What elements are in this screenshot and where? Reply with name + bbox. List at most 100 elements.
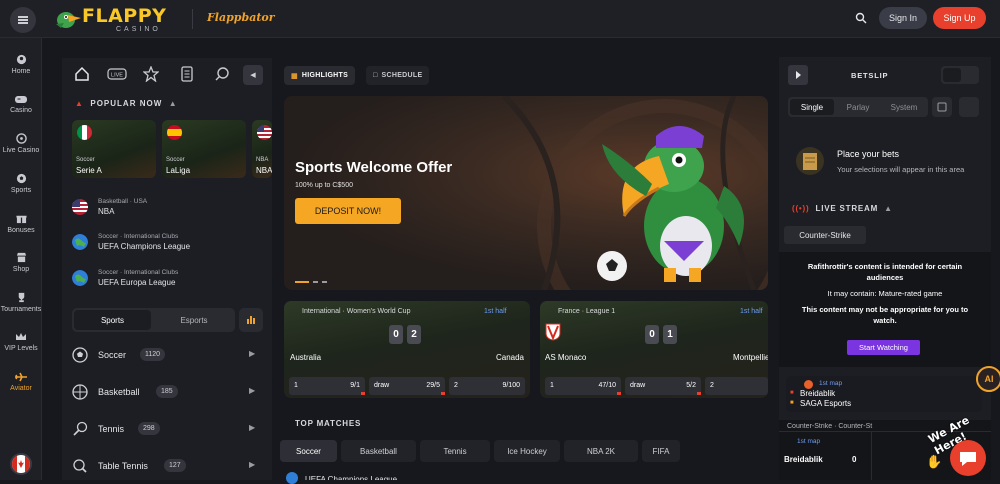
nav-tournaments[interactable]: Tournaments [0, 292, 42, 313]
odds-home-button[interactable]: 1 47/10 [545, 377, 621, 395]
popular-card-serie-a[interactable]: Soccer Serie A [72, 120, 156, 178]
sport-name: Basketball [98, 387, 140, 397]
betslip-expand-button[interactable] [788, 65, 808, 85]
nav-shop[interactable]: Shop [0, 252, 42, 273]
top-tab-fifa[interactable]: FIFA [642, 440, 680, 462]
nav-vip-levels[interactable]: VIP Levels [0, 332, 42, 352]
gamepad-icon [15, 96, 27, 103]
betslip-option-button[interactable] [932, 97, 952, 117]
odds-value: 5/2 [686, 382, 696, 389]
empty-betslip-subtitle: Your selections will appear in this area [837, 165, 965, 174]
odds-draw-button[interactable]: draw 5/2 [625, 377, 701, 395]
nav-aviator[interactable]: Aviator [0, 372, 42, 392]
stream-match-card[interactable]: 1st map ■ Breidablik ■ SAGA Esports [786, 376, 982, 412]
mature-content-notice: Rafithrottir's content is intended for c… [779, 252, 991, 367]
top-matches-heading: TOP MATCHES [295, 419, 362, 428]
top-tab-tennis[interactable]: Tennis [420, 440, 490, 462]
top-tab-nba-2k[interactable]: NBA 2K [564, 440, 638, 462]
sport-row-basketball[interactable]: Basketball 185 ▶ [72, 380, 262, 404]
popular-card-laliga[interactable]: Soccer LaLiga [162, 120, 246, 178]
odds-trend-indicator [697, 392, 701, 395]
sport-row-soccer[interactable]: Soccer 1120 ▶ [72, 343, 262, 367]
carousel-dot-active[interactable] [295, 281, 309, 283]
spain-flag-icon [167, 125, 182, 140]
sport-name: Soccer [98, 350, 127, 360]
ai-assistant-button[interactable]: AI [976, 366, 1000, 392]
tab-highlights[interactable]: ▦ HIGHLIGHTS [284, 66, 356, 85]
odds-away-button[interactable]: 2 [705, 377, 768, 395]
league-row-ucl[interactable]: Soccer · International Clubs UEFA Champi… [72, 229, 262, 257]
deposit-now-button[interactable]: DEPOSIT NOW! [295, 198, 401, 224]
league-name: UEFA Europa League [98, 278, 176, 287]
crown-icon [16, 333, 26, 340]
nav-bonuses[interactable]: Bonuses [0, 213, 42, 234]
logo[interactable]: FLAPPY CASINO [52, 4, 166, 34]
stream-team-2: SAGA Esports [800, 399, 852, 408]
roulette-icon [15, 133, 27, 144]
bar-chart-icon [247, 316, 255, 324]
betslip-toggle[interactable] [941, 66, 979, 84]
team-logo-icon: ■ [790, 390, 794, 396]
odds-away-button[interactable]: 2 9/100 [449, 377, 525, 395]
hamburger-menu-button[interactable] [10, 7, 36, 33]
popular-card-nba[interactable]: NBA NBA [252, 120, 272, 178]
score-home: 0 [389, 325, 403, 344]
tab-schedule[interactable]: □ SCHEDULE [366, 66, 430, 85]
league-row-uel[interactable]: Soccer · International Clubs UEFA Europa… [72, 265, 262, 293]
tab-esports[interactable]: Esports [155, 310, 233, 330]
popular-now-heading: ▲ POPULAR NOW ▲ [75, 99, 178, 108]
live-stream-label: LIVE STREAM [815, 204, 879, 213]
tab-single[interactable]: Single [790, 99, 834, 115]
league-name: UEFA Champions League [98, 242, 191, 251]
carousel-dot[interactable] [313, 281, 318, 283]
play-icon [796, 71, 801, 79]
odds-label: draw [630, 382, 646, 389]
top-tab-ice-hockey[interactable]: Ice Hockey [494, 440, 560, 462]
betslip-list-icon[interactable] [179, 66, 195, 82]
nav-home[interactable]: Home [0, 54, 42, 75]
top-tab-basketball[interactable]: Basketball [341, 440, 416, 462]
tab-sports[interactable]: Sports [74, 310, 151, 330]
odds-label: 2 [710, 382, 714, 389]
collapse-panel-button[interactable]: ◀ [243, 65, 263, 85]
sign-up-button[interactable]: Sign Up [933, 7, 986, 29]
gift-icon [15, 215, 27, 224]
live-icon[interactable]: LIVE [107, 66, 127, 82]
tab-parlay[interactable]: Parlay [836, 99, 880, 115]
league-row-nba[interactable]: Basketball · USA NBA [72, 194, 262, 222]
nav-home-label: Home [11, 68, 31, 75]
odds-label: 1 [294, 382, 298, 389]
svg-text:LIVE: LIVE [111, 73, 123, 79]
odds-draw-button[interactable]: draw 29/5 [369, 377, 445, 395]
stats-button[interactable] [239, 308, 263, 332]
sign-in-button[interactable]: Sign In [879, 7, 927, 29]
carousel-dot[interactable] [322, 281, 327, 283]
wave-hand-icon: ✋ [926, 454, 943, 469]
match-card-monaco-montpellier[interactable]: France · League 1 1st half 0 1 AS Monaco… [540, 301, 768, 398]
start-watching-button[interactable]: Start Watching [847, 340, 920, 355]
stream-game-chip[interactable]: Counter-Strike [784, 226, 866, 244]
search-icon[interactable] [855, 12, 867, 24]
match-card-australia-canada[interactable]: International · Women's World Cup 1st ha… [284, 301, 530, 398]
tab-system[interactable]: System [882, 99, 926, 115]
notice-line: This content may not be appropriate for … [801, 305, 969, 314]
nav-sports[interactable]: Sports [0, 173, 42, 194]
nav-casino[interactable]: Casino [0, 94, 42, 114]
score-home: 0 [645, 325, 659, 344]
top-tab-soccer[interactable]: Soccer [280, 440, 337, 462]
sport-row-table-tennis[interactable]: Table Tennis 127 ▶ [72, 454, 262, 478]
flame-icon: ▲ [75, 99, 84, 108]
home-outline-icon[interactable] [74, 66, 90, 82]
league-category: Soccer · International Clubs [98, 269, 179, 276]
flappbator-logo[interactable]: Flappbator [207, 11, 275, 24]
betslip-settings-button[interactable] [959, 97, 979, 117]
search-icon[interactable] [214, 66, 230, 82]
welcome-offer-banner[interactable]: Sports Welcome Offer 100% up to C$500 DE… [284, 96, 768, 290]
star-icon[interactable] [143, 66, 159, 82]
nav-live-casino[interactable]: Live Casino [0, 133, 42, 154]
nav-aviator-label: Aviator [10, 385, 32, 392]
odds-home-button[interactable]: 1 9/1 [289, 377, 365, 395]
live-chat-button[interactable] [950, 440, 986, 476]
sport-row-tennis[interactable]: Tennis 298 ▶ [72, 417, 262, 441]
canada-flag-icon[interactable] [10, 453, 32, 475]
